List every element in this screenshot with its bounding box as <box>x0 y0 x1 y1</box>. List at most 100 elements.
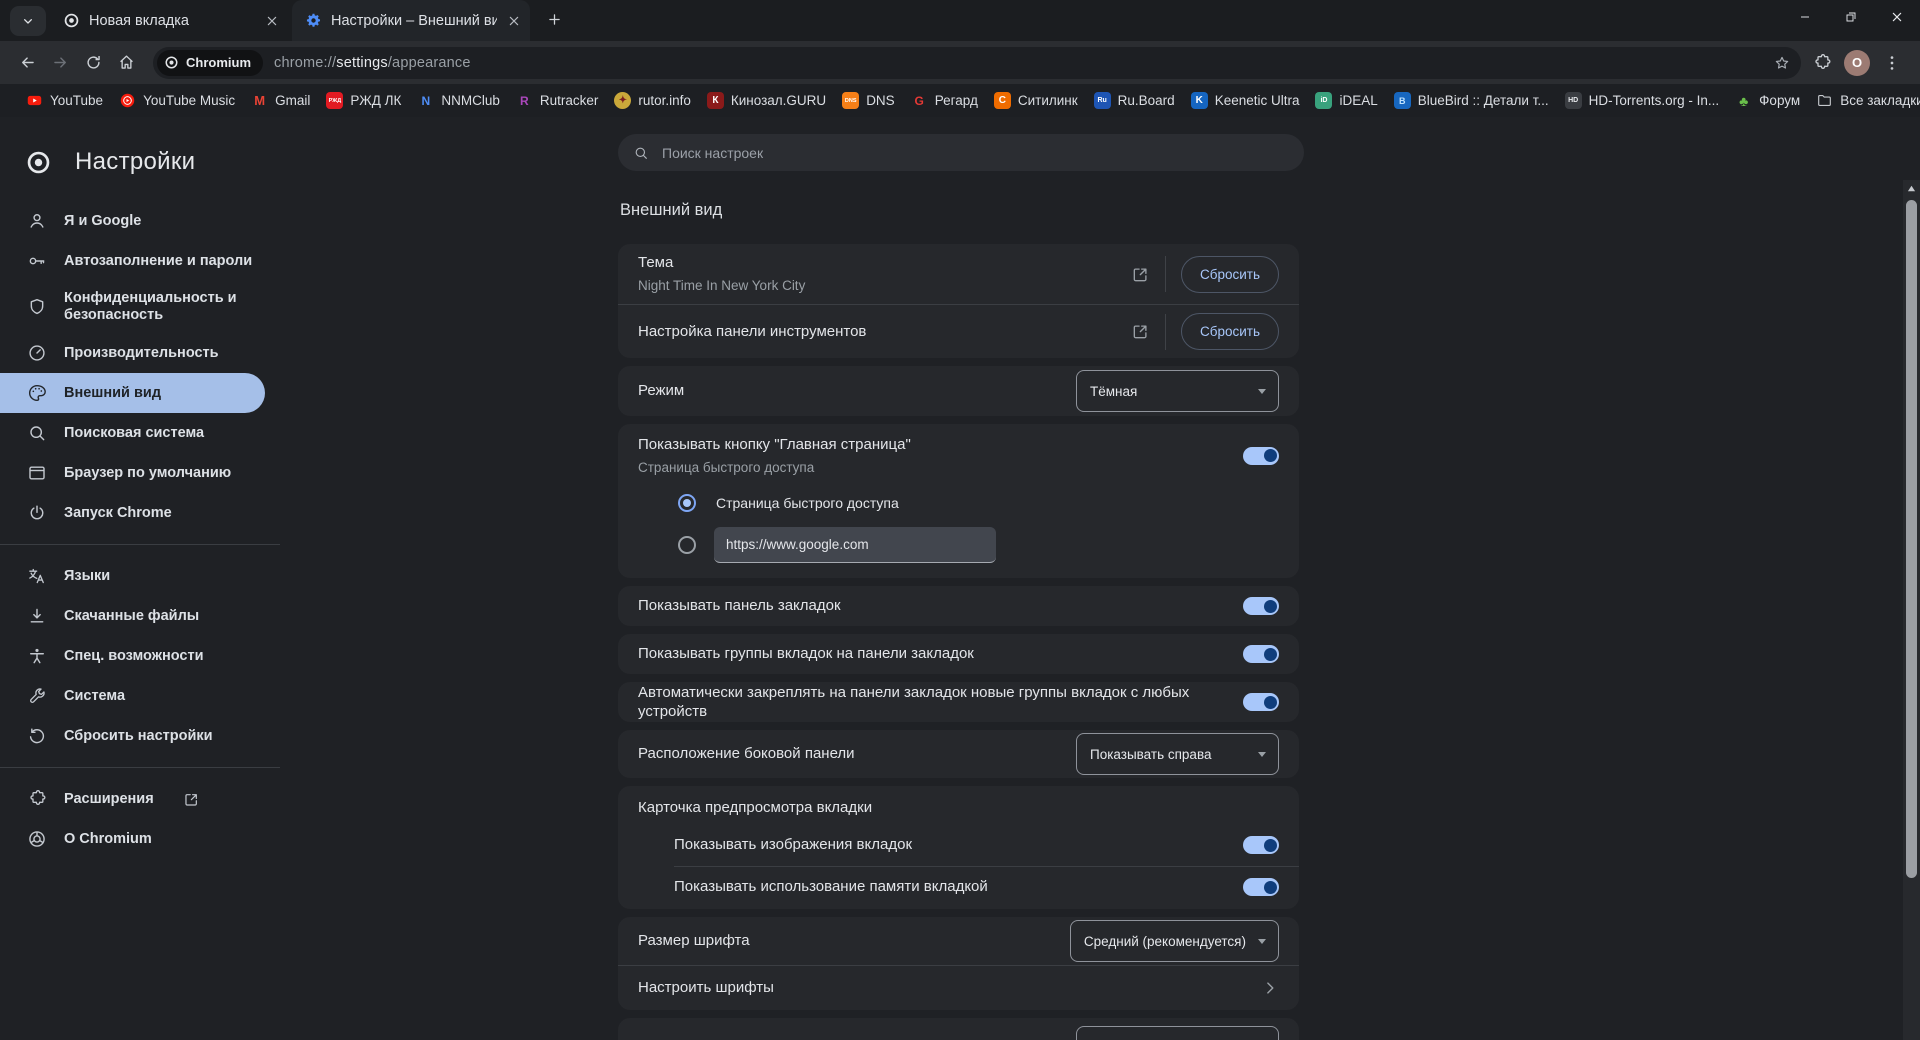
theme-reset-button[interactable]: Сбросить <box>1180 255 1279 293</box>
sidebar-item-puzzle[interactable]: Расширения <box>0 779 265 819</box>
extensions-icon[interactable] <box>1812 53 1832 73</box>
browser-toolbar: Chromium chrome://settings/appearance O <box>0 41 1920 84</box>
sidebar-item-label: Поисковая система <box>64 425 205 441</box>
menu-kebab-icon[interactable] <box>1882 53 1902 73</box>
sidebar-item-translate[interactable]: Языки <box>0 556 265 596</box>
sidebar-item-label: Браузер по умолчанию <box>64 465 232 481</box>
page-title: Внешний вид <box>620 201 723 219</box>
font-size-select[interactable]: Средний (рекомендуется) <box>1069 920 1279 963</box>
bookmark-item[interactable]: K Keenetic Ultra <box>1183 88 1308 114</box>
radio-row-custom-url[interactable]: https://www.google.com <box>618 521 1299 578</box>
toolbar-reset-button[interactable]: Сбросить <box>1180 313 1279 350</box>
new-tab-button[interactable] <box>540 7 568 35</box>
sidebar-item-key[interactable]: Автозаполнение и пароли <box>0 241 265 281</box>
reload-button[interactable] <box>78 48 108 78</box>
bookmark-star-icon[interactable] <box>1773 54 1791 72</box>
bookmark-item[interactable]: YouTube <box>18 88 111 114</box>
site-chip[interactable]: Chromium <box>157 49 263 76</box>
show-bookmarks-toggle[interactable] <box>1243 597 1279 616</box>
scrollbar-up-arrow[interactable] <box>1903 180 1920 197</box>
bookmark-item[interactable]: С Ситилинк <box>986 88 1086 114</box>
sidebar-divider <box>0 544 280 545</box>
sidebar-item-wrench[interactable]: Система <box>0 676 265 716</box>
sidebar-item-search[interactable]: Поисковая система <box>0 413 265 453</box>
search-icon <box>633 145 649 161</box>
folder-icon <box>1816 92 1833 109</box>
sidebar-item-power[interactable]: Запуск Chrome <box>0 493 265 533</box>
bookmark-item[interactable]: РЖД РЖД ЛК <box>318 88 409 114</box>
tab-groups-toggle[interactable] <box>1243 645 1279 664</box>
back-button[interactable] <box>12 48 42 78</box>
bookmark-item[interactable]: M Gmail <box>243 88 318 114</box>
sidebar-item-accessibility[interactable]: Спец. возможности <box>0 636 265 676</box>
sidebar-item-chromium[interactable]: О Chromium <box>0 819 265 859</box>
sidebar-item-palette[interactable]: Внешний вид <box>0 373 265 413</box>
open-in-new-icon[interactable] <box>1131 265 1150 284</box>
sidebar-item-browser[interactable]: Браузер по умолчанию <box>0 453 265 493</box>
home-button-row: Показывать кнопку "Главная страница" Стр… <box>618 424 1299 485</box>
url-text: chrome://settings/appearance <box>274 54 471 71</box>
toolbar-customize-row[interactable]: Настройка панели инструментов Сбросить <box>618 305 1299 358</box>
profile-avatar[interactable]: O <box>1844 49 1870 76</box>
radio-unselected[interactable] <box>678 536 696 555</box>
open-in-new-icon[interactable] <box>1131 322 1150 341</box>
home-url-input[interactable]: https://www.google.com <box>714 527 996 564</box>
bookmark-item[interactable]: ♣ Форум <box>1727 88 1808 114</box>
sidebar-item-shield[interactable]: Конфиденциальность и безопасность <box>0 281 265 333</box>
restore-button[interactable] <box>1828 0 1874 33</box>
bookmark-label: Rutracker <box>539 93 599 108</box>
bookmark-item[interactable]: R Rutracker <box>508 88 607 114</box>
page-scrollbar[interactable] <box>1903 180 1920 1040</box>
bookmark-item[interactable]: HD HD-Torrents.org - In... <box>1557 88 1728 114</box>
minimize-icon <box>1797 9 1813 25</box>
side-panel-select[interactable]: Показывать справа <box>1076 733 1279 776</box>
card-tab-groups: Показывать группы вкладок на панели закл… <box>618 634 1299 675</box>
sidebar-item-reset[interactable]: Сбросить настройки <box>0 716 265 756</box>
radio-row-ntp[interactable]: Страница быстрого доступа <box>618 485 1299 521</box>
home-button[interactable] <box>111 48 141 78</box>
bookmark-item[interactable]: N NNMClub <box>409 88 508 114</box>
side-panel-row: Расположение боковой панели Показывать с… <box>618 730 1299 778</box>
bookmark-item[interactable]: Ru Ru.Board <box>1086 88 1183 114</box>
sidebar-item-download[interactable]: Скачанные файлы <box>0 596 265 636</box>
sidebar-item-label: Запуск Chrome <box>64 505 172 521</box>
tab-preview-images-toggle[interactable] <box>1243 836 1279 855</box>
all-bookmarks-button[interactable]: Все закладки <box>1808 88 1920 114</box>
bookmark-item[interactable]: ✦ rutor.info <box>606 88 699 114</box>
tab-preview-memory-label: Показывать использование памяти вкладкой <box>674 878 988 896</box>
sidebar-item-speedometer[interactable]: Производительность <box>0 333 265 373</box>
bookmark-label: Кинозал.GURU <box>730 93 827 108</box>
tab-new-tab[interactable]: Новая вкладка <box>50 0 288 41</box>
address-bar[interactable]: Chromium chrome://settings/appearance <box>153 46 1801 79</box>
bookmark-item[interactable]: B BlueBird :: Детали т... <box>1386 88 1557 114</box>
settings-search-input[interactable]: Поиск настроек <box>618 134 1304 171</box>
bookmark-label: Ru.Board <box>1117 93 1175 108</box>
theme-row[interactable]: Тема Night Time In New York City Сбросит… <box>618 244 1299 304</box>
radio-selected[interactable] <box>678 494 696 513</box>
bookmark-item[interactable]: G Регард <box>903 88 986 114</box>
tab-settings-appearance[interactable]: Настройки – Внешний вид <box>292 0 530 41</box>
card-side-panel: Расположение боковой панели Показывать с… <box>618 730 1299 779</box>
home-button-toggle[interactable] <box>1243 446 1279 465</box>
close-window-button[interactable] <box>1874 0 1920 33</box>
bookmark-item[interactable]: iD iDEAL <box>1307 88 1385 114</box>
sidebar-item-person[interactable]: Я и Google <box>0 201 265 241</box>
scrollbar-thumb[interactable] <box>1906 200 1917 878</box>
tab-search-button[interactable] <box>10 5 46 36</box>
font-size-label: Размер шрифта <box>638 932 750 950</box>
bookmark-item[interactable]: DNS DNS <box>834 88 903 114</box>
forward-button[interactable] <box>45 48 75 78</box>
page-content: Настройки Я и Google Автозаполнение и пар… <box>0 117 1920 1040</box>
page-zoom-select[interactable]: 100% <box>1076 1026 1279 1040</box>
bookmark-item[interactable]: К Кинозал.GURU <box>699 88 834 114</box>
customize-fonts-row[interactable]: Настроить шрифты <box>618 966 1299 1010</box>
tab-preview-memory-toggle[interactable] <box>1243 878 1279 897</box>
tab-close-icon[interactable] <box>264 13 280 29</box>
reset-icon <box>27 726 47 746</box>
auto-pin-toggle[interactable] <box>1243 693 1279 712</box>
minimize-button[interactable] <box>1782 0 1828 33</box>
bookmark-label: YouTube <box>50 93 104 108</box>
mode-select[interactable]: Тёмная <box>1076 370 1279 412</box>
tab-close-icon[interactable] <box>506 13 522 29</box>
bookmark-item[interactable]: YouTube Music <box>111 88 243 114</box>
